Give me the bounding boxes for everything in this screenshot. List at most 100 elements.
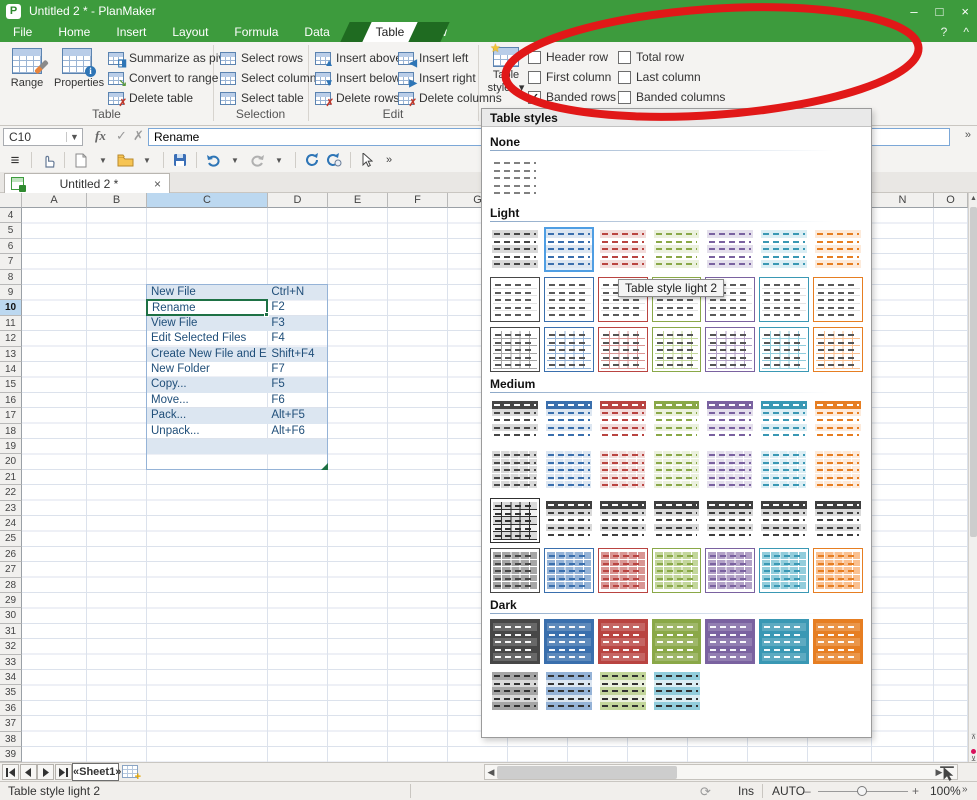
row-header-14[interactable]: 14: [0, 362, 22, 377]
table-style-swatch-solid-cyan[interactable]: [759, 619, 809, 664]
dropdown-arrow-icon[interactable]: ▼: [226, 150, 244, 170]
table-style-swatch-solid-red[interactable]: [598, 619, 648, 664]
vertical-scroll-thumb[interactable]: [970, 207, 977, 537]
cell-D16[interactable]: F6: [267, 393, 327, 408]
table-style-swatch-solid-orange[interactable]: [813, 619, 863, 664]
grid-corner[interactable]: [0, 193, 22, 208]
table-style-swatch-medband-cyan[interactable]: [652, 669, 702, 714]
row-header-27[interactable]: 27: [0, 562, 22, 577]
cell-C14[interactable]: New Folder: [147, 362, 267, 377]
table-style-swatch-lgrid-orange[interactable]: [813, 327, 863, 372]
table-style-swatch-header-green[interactable]: [652, 398, 702, 443]
row-header-12[interactable]: 12: [0, 331, 22, 346]
table-style-swatch-dhead-black[interactable]: [705, 498, 755, 543]
row-header-10[interactable]: 10: [0, 300, 22, 315]
column-header-E[interactable]: E: [328, 193, 388, 208]
function-wizard-icon[interactable]: fx: [95, 128, 106, 144]
table-style-swatch-header-purple[interactable]: [705, 398, 755, 443]
table-style-swatch-dhead-black[interactable]: [652, 498, 702, 543]
pan-hand-icon[interactable]: [39, 150, 57, 170]
table-style-swatch-mgrid-orange[interactable]: [813, 548, 863, 593]
cell-D10[interactable]: F2: [267, 300, 327, 315]
row-header-24[interactable]: 24: [0, 516, 22, 531]
menu-tab-layout[interactable]: Layout: [159, 22, 221, 42]
checkbox-box[interactable]: [528, 51, 541, 64]
row-header-19[interactable]: 19: [0, 439, 22, 454]
row-header-36[interactable]: 36: [0, 701, 22, 716]
cell-C19[interactable]: [147, 439, 267, 454]
column-header-B[interactable]: B: [87, 193, 147, 208]
table-style-swatch-solid-green[interactable]: [652, 619, 702, 664]
row-header-17[interactable]: 17: [0, 408, 22, 423]
delete-table[interactable]: ✗Delete table: [108, 89, 193, 107]
table-style-swatch-blocks-purple[interactable]: [705, 448, 755, 493]
cell-D17[interactable]: Alt+F5: [267, 408, 327, 423]
cell-C20[interactable]: [147, 454, 267, 469]
row-header-4[interactable]: 4: [0, 208, 22, 223]
checkbox-header-row[interactable]: Header row: [528, 50, 608, 64]
cell-C17[interactable]: Pack...: [147, 408, 267, 423]
row-header-38[interactable]: 38: [0, 732, 22, 747]
row-header-32[interactable]: 32: [0, 639, 22, 654]
row-header-26[interactable]: 26: [0, 547, 22, 562]
table-style-swatch-plain-black[interactable]: [490, 156, 540, 201]
table-style-swatch-bordered-cyan[interactable]: [759, 277, 809, 322]
selection-mode-icon[interactable]: [939, 766, 955, 782]
cell-C18[interactable]: Unpack...: [147, 424, 267, 439]
menu-tab-file[interactable]: File: [0, 22, 45, 42]
insert-mode-indicator[interactable]: Ins: [738, 784, 754, 798]
row-header-5[interactable]: 5: [0, 223, 22, 238]
table-style-swatch-solid-blue[interactable]: [544, 619, 594, 664]
pointer-icon[interactable]: [358, 150, 376, 170]
hamburger-icon[interactable]: ≡: [6, 150, 24, 170]
row-header-35[interactable]: 35: [0, 685, 22, 700]
table-style-swatch-lgrid-blue[interactable]: [544, 327, 594, 372]
table-style-swatch-banded-black[interactable]: [490, 227, 540, 272]
mark-dot-icon[interactable]: [971, 749, 976, 754]
zoom-slider-thumb[interactable]: [857, 786, 867, 796]
cell-D14[interactable]: F7: [267, 362, 327, 377]
table-style-swatch-header-red[interactable]: [598, 398, 648, 443]
cell-D20[interactable]: [267, 454, 327, 469]
row-header-11[interactable]: 11: [0, 316, 22, 331]
table-style-swatch-lgrid-black[interactable]: [490, 327, 540, 372]
table-style-swatch-bordered-orange[interactable]: [813, 277, 863, 322]
row-header-31[interactable]: 31: [0, 624, 22, 639]
select-rows[interactable]: Select rows: [220, 49, 303, 67]
maximize-button[interactable]: □: [936, 4, 944, 19]
sheet-prev-icon[interactable]: [20, 764, 37, 780]
dropdown-arrow-icon[interactable]: ▼: [270, 150, 288, 170]
collapse-ribbon-button[interactable]: ^: [963, 25, 969, 39]
status-overflow[interactable]: »: [962, 784, 968, 795]
table-style-swatch-blocks-red[interactable]: [598, 448, 648, 493]
table-style-swatch-header-blue[interactable]: [544, 398, 594, 443]
cell-D15[interactable]: F5: [267, 377, 327, 392]
name-box-dropdown-icon[interactable]: ▼: [66, 132, 82, 142]
cell-D13[interactable]: Shift+F4: [267, 347, 327, 362]
table-style-swatch-banded-orange[interactable]: [813, 227, 863, 272]
checkbox-box[interactable]: [528, 71, 541, 84]
row-header-6[interactable]: 6: [0, 239, 22, 254]
cell-name-box[interactable]: C10 ▼: [3, 128, 83, 146]
insert-right[interactable]: ▶Insert right: [398, 69, 476, 87]
cell-C11[interactable]: View File: [147, 316, 267, 331]
help-button[interactable]: ?: [941, 25, 948, 39]
delete-rows[interactable]: ✗Delete rows: [315, 89, 399, 107]
table-style-swatch-dhead-black[interactable]: [813, 498, 863, 543]
horizontal-scrollbar[interactable]: ◀ ▶: [484, 764, 958, 780]
row-header-7[interactable]: 7: [0, 254, 22, 269]
toolbar-overflow-icon[interactable]: »: [380, 150, 398, 170]
row-header-39[interactable]: 39: [0, 747, 22, 762]
refresh-icon[interactable]: [303, 150, 321, 170]
checkbox-box[interactable]: [618, 71, 631, 84]
undo-icon[interactable]: [204, 150, 222, 170]
row-header-8[interactable]: 8: [0, 270, 22, 285]
row-header-29[interactable]: 29: [0, 593, 22, 608]
properties-button[interactable]: i Properties: [54, 46, 100, 104]
scroll-left-icon[interactable]: ◀: [485, 766, 497, 779]
formula-bar-overflow[interactable]: »: [965, 129, 971, 141]
table-style-swatch-banded-red[interactable]: [598, 227, 648, 272]
column-header-F[interactable]: F: [388, 193, 448, 208]
cell-D12[interactable]: F4: [267, 331, 327, 346]
table-style-swatch-medband-black[interactable]: [490, 669, 540, 714]
